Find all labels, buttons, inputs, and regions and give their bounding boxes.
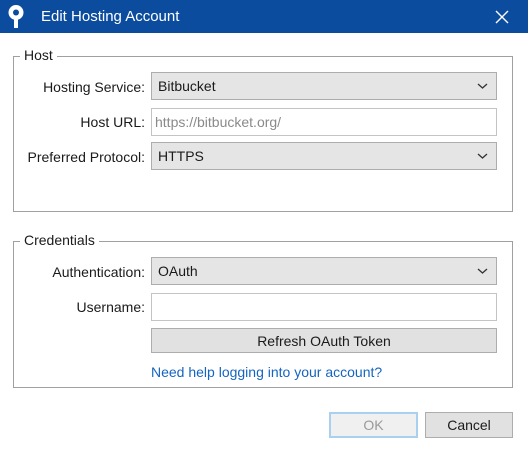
preferred-protocol-label: Preferred Protocol:: [27, 149, 146, 165]
title-bar: Edit Hosting Account: [0, 0, 528, 33]
hosting-service-label: Hosting Service:: [43, 79, 145, 95]
close-icon: [495, 10, 509, 23]
chevron-down-icon: [477, 83, 488, 89]
credentials-group-legend: Credentials: [20, 232, 99, 248]
host-group-legend: Host: [20, 47, 57, 63]
username-input[interactable]: [155, 294, 496, 320]
preferred-protocol-dropdown[interactable]: HTTPS: [151, 142, 497, 170]
chevron-down-icon: [477, 153, 488, 159]
refresh-oauth-token-button[interactable]: Refresh OAuth Token: [151, 328, 497, 353]
username-field[interactable]: [151, 293, 497, 321]
username-label: Username:: [76, 299, 145, 315]
chevron-down-icon: [477, 268, 488, 274]
ok-button[interactable]: OK: [329, 412, 418, 438]
host-url-input[interactable]: [155, 109, 496, 135]
dialog-body: Host Hosting Service: Bitbucket Host URL…: [0, 33, 528, 454]
authentication-value: OAuth: [158, 263, 198, 279]
sourcetree-icon: [8, 5, 24, 28]
authentication-label: Authentication:: [52, 264, 145, 280]
close-button[interactable]: [482, 0, 522, 33]
window-title: Edit Hosting Account: [41, 8, 180, 25]
authentication-dropdown[interactable]: OAuth: [151, 257, 497, 285]
cancel-button[interactable]: Cancel: [425, 412, 513, 438]
host-url-label: Host URL:: [80, 114, 145, 130]
preferred-protocol-value: HTTPS: [158, 148, 204, 164]
hosting-service-dropdown[interactable]: Bitbucket: [151, 72, 497, 100]
host-url-field[interactable]: [151, 108, 497, 136]
help-login-link[interactable]: Need help logging into your account?: [151, 364, 382, 380]
hosting-service-value: Bitbucket: [158, 78, 216, 94]
